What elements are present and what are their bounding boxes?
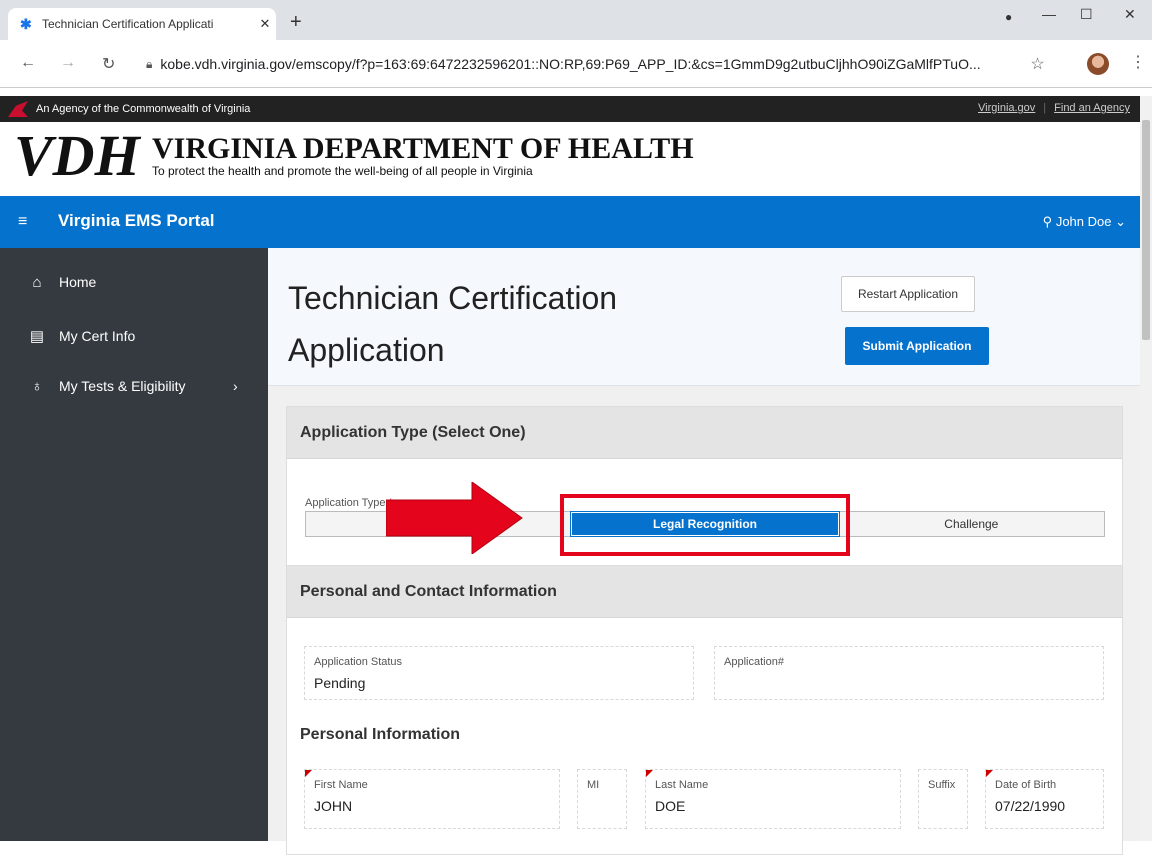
- middle-initial-field[interactable]: MI: [577, 769, 627, 829]
- annotation-highlight-box: [560, 494, 850, 556]
- award-icon: ♁: [31, 377, 43, 395]
- cardinal-logo-icon: [8, 101, 28, 117]
- minimize-button[interactable]: —: [1042, 6, 1056, 22]
- address-bar[interactable]: 🔒︎ kobe.vdh.virginia.gov/emscopy/f?p=163…: [146, 46, 1066, 82]
- close-tab-icon[interactable]: ✕: [254, 16, 276, 32]
- new-tab-button[interactable]: +: [290, 12, 302, 32]
- region-heading: Personal and Contact Information: [287, 566, 1122, 618]
- field-value: 07/22/1990: [995, 798, 1066, 814]
- sidebar-item-label: Home: [59, 274, 97, 290]
- agency-bar: An Agency of the Commonwealth of Virgini…: [0, 96, 1140, 122]
- application-status-field: Application Status Pending: [304, 646, 694, 700]
- user-name: John Doe: [1055, 214, 1112, 229]
- chevron-down-icon: ⌄: [1115, 214, 1126, 229]
- sidebar-item-my-tests[interactable]: ♁ My Tests & Eligibility ›: [0, 366, 268, 406]
- back-icon[interactable]: ←: [20, 54, 36, 72]
- sidebar-item-label: My Cert Info: [59, 328, 136, 344]
- vdh-name: VIRGINIA DEPARTMENT OF HEALTH: [152, 132, 694, 165]
- vdh-banner: VDH VIRGINIA DEPARTMENT OF HEALTH To pro…: [0, 122, 1140, 194]
- id-card-icon: ▤: [29, 328, 45, 345]
- page-hero: Technician Certification Application Res…: [268, 248, 1140, 386]
- virginia-gov-link[interactable]: Virginia.gov: [978, 102, 1035, 114]
- field-label: Last Name: [655, 779, 709, 791]
- bookmark-star-icon[interactable]: ☆: [1030, 54, 1044, 74]
- close-window-button[interactable]: ✕: [1124, 6, 1136, 23]
- submit-application-button[interactable]: Submit Application: [845, 327, 989, 365]
- application-type-option-challenge[interactable]: Challenge: [839, 512, 1104, 536]
- personal-contact-region: Personal and Contact Information Applica…: [286, 565, 1123, 855]
- lock-icon: 🔒︎: [146, 56, 153, 71]
- field-label: Suffix: [928, 779, 956, 791]
- app-title[interactable]: Virginia EMS Portal: [58, 211, 215, 231]
- field-value: DOE: [655, 798, 686, 814]
- page-scrollbar[interactable]: [1140, 96, 1152, 841]
- reload-icon[interactable]: ↻: [102, 54, 115, 74]
- browser-tab[interactable]: ✱ Technician Certification Applicati ✕: [8, 8, 276, 40]
- sidebar-item-home[interactable]: ⌂ Home: [0, 262, 268, 302]
- url-text: kobe.vdh.virginia.gov/emscopy/f?p=163:69…: [160, 56, 981, 72]
- first-name-field[interactable]: First Name JOHN: [304, 769, 560, 829]
- field-label: MI: [587, 779, 600, 791]
- agency-text: An Agency of the Commonwealth of Virgini…: [36, 103, 251, 115]
- browser-menu-icon[interactable]: ⋮: [1130, 52, 1146, 72]
- profile-dot-icon[interactable]: ●: [1005, 10, 1012, 24]
- browser-toolbar: ← → ↻ 🔒︎ kobe.vdh.virginia.gov/emscopy/f…: [0, 40, 1152, 88]
- field-label: Date of Birth: [995, 779, 1057, 791]
- scrollbar-thumb[interactable]: [1142, 120, 1150, 340]
- annotation-arrow-icon: [386, 482, 523, 554]
- field-value: Pending: [314, 675, 366, 691]
- home-icon: ⌂: [32, 273, 42, 291]
- tab-title: Technician Certification Applicati: [42, 17, 214, 31]
- field-label: Application Status: [314, 656, 403, 668]
- menu-toggle-icon[interactable]: ≡: [18, 213, 27, 231]
- sidebar-item-label: My Tests & Eligibility: [59, 378, 186, 394]
- field-value: JOHN: [314, 798, 353, 814]
- vdh-logo[interactable]: VDH: [14, 124, 140, 188]
- maximize-button[interactable]: ☐: [1080, 6, 1093, 23]
- field-label: Application#: [724, 656, 784, 668]
- application-number-field: Application#: [714, 646, 1104, 700]
- personal-info-heading: Personal Information: [300, 726, 461, 743]
- forward-icon[interactable]: →: [60, 54, 76, 72]
- chevron-right-icon: ›: [233, 378, 238, 394]
- region-heading: Application Type (Select One): [287, 407, 1122, 459]
- find-agency-link[interactable]: Find an Agency: [1054, 102, 1130, 114]
- ems-star-icon: ✱: [20, 16, 32, 32]
- page-title: Technician Certification Application: [288, 280, 618, 368]
- vdh-tagline: To protect the health and promote the we…: [152, 164, 533, 178]
- profile-avatar[interactable]: [1087, 53, 1109, 75]
- suffix-field[interactable]: Suffix: [918, 769, 968, 829]
- application-type-label: Application Type *: [305, 497, 393, 509]
- field-label: First Name: [314, 779, 368, 791]
- sidebar: ⌂ Home ▤ My Cert Info ♁ My Tests & Eligi…: [0, 248, 268, 841]
- restart-application-button[interactable]: Restart Application: [841, 276, 975, 312]
- browser-tab-bar: ✱ Technician Certification Applicati ✕ +…: [0, 0, 1152, 40]
- sidebar-item-my-cert-info[interactable]: ▤ My Cert Info: [0, 316, 268, 356]
- last-name-field[interactable]: Last Name DOE: [645, 769, 901, 829]
- user-icon: ⚲: [1042, 214, 1053, 229]
- app-header: ≡ Virginia EMS Portal ⚲ John Doe ⌄: [0, 196, 1140, 248]
- date-of-birth-field[interactable]: Date of Birth 07/22/1990: [985, 769, 1104, 829]
- user-menu[interactable]: ⚲ John Doe ⌄: [1043, 214, 1126, 230]
